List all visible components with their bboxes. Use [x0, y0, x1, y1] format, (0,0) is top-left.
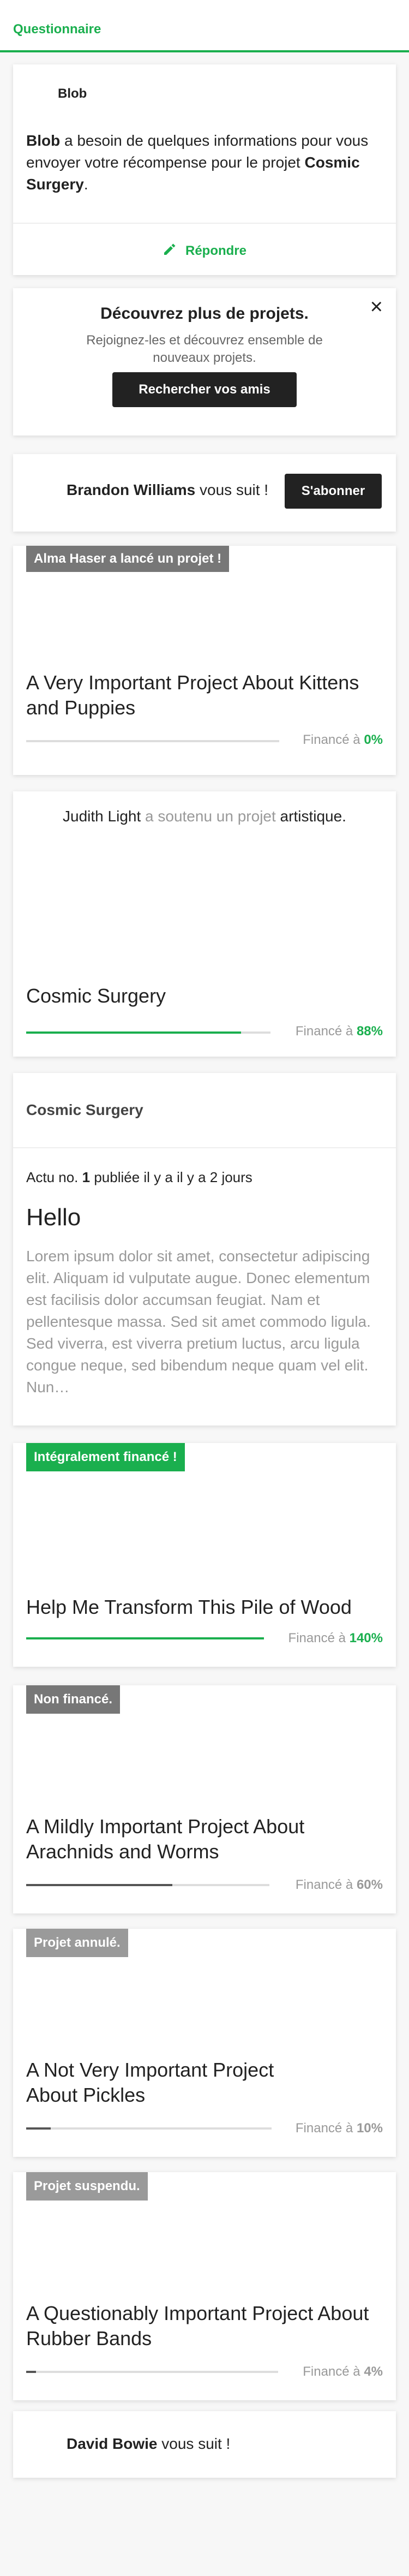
status-badge: Projet annulé. [26, 1929, 128, 1957]
page-title: Questionnaire [13, 22, 101, 37]
funding-label: Financé à 88% [295, 1024, 383, 1039]
discover-subtitle: Rejoignez-les et découvrez ensemble de n… [86, 333, 323, 365]
follow-card: Brandon Williams vous suit ! S'abonner [13, 454, 396, 532]
find-friends-button[interactable]: Rechercher vos amis [112, 372, 297, 407]
reply-label: Répondre [185, 243, 246, 258]
project-title: Cosmic Surgery [26, 985, 166, 1007]
news-title: Hello [26, 1204, 81, 1231]
project-title: A Questionably Important Project About R… [26, 2302, 369, 2350]
follow-text: David Bowie vous suit ! [67, 2435, 231, 2452]
status-badge: Non financé. [26, 1685, 121, 1714]
pencil-icon [163, 242, 177, 260]
message-sender: Blob [26, 132, 61, 149]
project-card[interactable]: Intégralement financé ! Help Me Transfor… [13, 1443, 396, 1667]
progress-fill [26, 2127, 51, 2130]
progress-fill [26, 1031, 242, 1034]
backed-project-card[interactable]: Judith Light a soutenu un projet artisti… [13, 791, 396, 1057]
progress-bar [26, 2371, 278, 2373]
backed-activity-text: Judith Light a soutenu un projet artisti… [63, 808, 346, 825]
project-card[interactable]: Alma Haser a lancé un projet ! A Very Im… [13, 546, 396, 775]
funding-label: Financé à 10% [295, 2121, 383, 2136]
questionnaire-header: Blob [13, 64, 396, 111]
project-card[interactable]: Projet suspendu. A Questionably Importan… [13, 2172, 396, 2400]
questionnaire-footer: Répondre [13, 223, 396, 275]
news-project-name: Cosmic Surgery [26, 1101, 143, 1118]
progress-bar [26, 1884, 269, 1886]
progress-bar [26, 2127, 272, 2130]
discover-card: × Découvrez plus de projets. Rejoignez-l… [13, 288, 396, 436]
funding-label: Financé à 60% [295, 1877, 383, 1892]
progress-bar [26, 1637, 264, 1639]
project-card[interactable]: Projet annulé. A Not Very Important Proj… [13, 1929, 396, 2157]
news-meta: Actu no. 1 publiée il y a il y a 2 jours [26, 1169, 252, 1185]
funding-label: Financé à 4% [303, 2364, 383, 2379]
status-badge: Alma Haser a lancé un projet ! [26, 546, 230, 572]
project-title: Help Me Transform This Pile of Wood [26, 1596, 352, 1618]
follower-name: David Bowie [67, 2435, 158, 2452]
project-title: A Mildly Important Project About Arachni… [26, 1815, 305, 1863]
follow-card: David Bowie vous suit ! [13, 2411, 396, 2478]
funding-label: Financé à 140% [288, 1631, 383, 1645]
project-title: A Very Important Project About Kittens a… [26, 671, 359, 719]
news-body: Lorem ipsum dolor sit amet, consectetur … [26, 1248, 371, 1396]
subscribe-button[interactable]: S'abonner [285, 474, 382, 509]
funding-label: Financé à 0% [303, 732, 383, 747]
follower-name: Brandon Williams [67, 481, 196, 498]
discover-title: Découvrez plus de projets. [100, 305, 309, 323]
progress-fill [26, 1637, 264, 1639]
divider [13, 1147, 396, 1148]
questionnaire-message: Blob a besoin de quelques informations p… [26, 130, 386, 195]
progress-bar [26, 740, 279, 742]
questionnaire-card: Blob Blob a besoin de quelques informati… [13, 64, 396, 275]
progress-bar [26, 1031, 270, 1034]
progress-fill [26, 2371, 37, 2373]
status-badge: Intégralement financé ! [26, 1443, 185, 1471]
message-end: . [83, 176, 88, 193]
project-card[interactable]: Non financé. A Mildly Important Project … [13, 1685, 396, 1913]
reply-button[interactable]: Répondre [13, 242, 396, 260]
top-bar: Questionnaire [0, 0, 409, 52]
news-card[interactable]: Cosmic Surgery Actu no. 1 publiée il y a… [13, 1073, 396, 1426]
sender-name: Blob [58, 86, 87, 101]
follow-text: Brandon Williams vous suit ! [67, 481, 269, 498]
status-badge: Projet suspendu. [26, 2172, 148, 2201]
project-category: artistique [280, 808, 342, 825]
backer-name: Judith Light [63, 808, 141, 825]
progress-fill [26, 1884, 172, 1886]
project-title: A Not Very Important Project About Pickl… [26, 2059, 274, 2106]
